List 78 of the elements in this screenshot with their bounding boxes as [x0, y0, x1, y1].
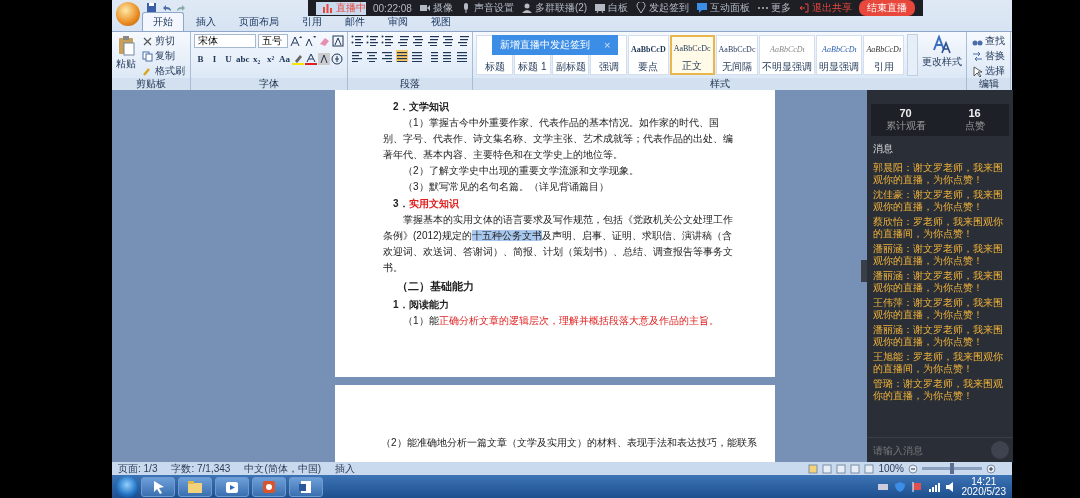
toolbar-link[interactable]: 摄像 [432, 1, 453, 15]
chat-message: 潘丽涵：谢文罗老师，我来围观你的直播，为你点赞！ [873, 324, 1004, 348]
chat-message: 沈佳豪：谢文罗老师，我来围观你的直播，为你点赞！ [873, 189, 1004, 213]
ribbon-tab[interactable]: 开始 [142, 12, 184, 31]
group-label: 剪贴板 [112, 78, 190, 90]
format-button[interactable]: B [194, 52, 207, 66]
stat-label: 点赞 [964, 119, 985, 133]
group-label: 字体 [191, 78, 347, 90]
message-input[interactable]: 请输入消息 [871, 441, 987, 459]
editing-button[interactable]: 替换 [970, 49, 1008, 63]
toolbar-link[interactable]: 互动面板 [710, 1, 751, 15]
live-status: 直播中 [336, 1, 366, 15]
format-button[interactable]: Aa [278, 52, 291, 66]
heading: 3．实用文知识 [392, 197, 460, 211]
format-button[interactable]: U [222, 52, 235, 66]
paragraph: （1）掌握古今中外重要作家、代表作品的基本情况。如作家的时代、国别、字号、代表作、诗文集名称、文学主张、艺术成就等；代表作品的出处、编著年代、基本内容、主要特色和在文学史上的地位等。 [383, 116, 734, 162]
style-item[interactable]: AaBbCcDc 正文 [669, 35, 715, 75]
paragraph: （2）了解文学史中出现的重要文学流派和文学现象。 [402, 164, 640, 178]
style-item[interactable]: AaBbCcD 要点 [628, 35, 669, 75]
chat-message: 郭晨阳：谢文罗老师，我来围观你的直播，为你点赞！ [873, 162, 1004, 186]
status-text: 插入 [335, 461, 356, 476]
section-heading: （二）基础能力 [396, 279, 475, 294]
status-text: 字数: 7/1,343 [171, 461, 231, 476]
style-item[interactable]: AaBbCcDı 明显强调 [816, 35, 863, 75]
editing-button[interactable]: 查找 [970, 34, 1008, 48]
stat-value: 70 [899, 107, 912, 119]
heading: 1．阅读能力 [392, 298, 450, 312]
style-item[interactable]: AaBbCcDı 不明显强调 [759, 35, 816, 75]
ribbon-tab[interactable]: 审阅 [377, 12, 419, 31]
chat-message: 潘丽涵：谢文罗老师，我来围观你的直播，为你点赞！ [873, 243, 1004, 267]
zoom-level[interactable]: 100% [878, 463, 904, 474]
stat-label: 累计观看 [885, 119, 926, 133]
paragraph: （1）能正确分析文章的逻辑层次，理解并概括段落大意及作品的主旨。 [402, 314, 720, 328]
paste-button[interactable]: 粘贴 [115, 34, 137, 72]
group-label: 编辑 [967, 78, 1011, 90]
chat-message: 王伟萍：谢文罗老师，我来围观你的直播，为你点赞！ [873, 297, 1004, 321]
toolbar-link[interactable]: 退出共享 [812, 1, 853, 15]
clock-time: 14:21 [971, 476, 997, 487]
format-button[interactable]: I [208, 52, 221, 66]
format-button[interactable]: abc [236, 52, 249, 66]
font-name-field[interactable]: 宋体 [194, 34, 256, 48]
chat-message: 管璐：谢文罗老师，我来围观你的直播，为你点赞！ [873, 378, 1004, 402]
live-timer: 00:22:08 [373, 2, 412, 14]
heading: 2．文学知识 [392, 100, 450, 114]
paragraph: 掌握基本的实用文体的语言要求及写作规范，包括《党政机关公文处理工作条例》(2012)规定的十五种公务文书及声明、启事、证明、求职信、演讲稿（含欢迎词、欢送词、答谢词）、简报、计划（策划书）、总结、调查报告等事务文书。 [383, 213, 734, 275]
ribbon-tab[interactable]: 邮件 [334, 12, 376, 31]
toolbar-link[interactable]: 多群联播(2) [534, 1, 588, 15]
editing-button[interactable]: 选择 [970, 64, 1008, 78]
status-text: 中文(简体，中国) [244, 461, 322, 476]
chat-message: 蔡欣怡：罗老师，我来围观你的直播间，为你点赞！ [873, 216, 1004, 240]
clipboard-button[interactable]: 格式刷 [140, 64, 187, 78]
ribbon-tab[interactable]: 引用 [291, 12, 333, 31]
messages-title: 消息 [872, 142, 894, 156]
style-item[interactable]: AaBbCcDı 引用 [863, 35, 905, 75]
group-label: 段落 [348, 78, 472, 90]
ribbon-tab[interactable]: 视图 [420, 12, 462, 31]
toolbar-link[interactable]: 声音设置 [473, 1, 514, 15]
paragraph: （3）默写常见的名句名篇。（详见背诵篇目） [402, 180, 610, 194]
font-size-field[interactable]: 五号 [258, 34, 288, 48]
clock-date: 2020/5/23 [961, 486, 1006, 497]
end-live-button[interactable]: 结束直播 [859, 0, 916, 16]
toolbar-link[interactable]: 更多 [771, 1, 792, 15]
toolbar-link[interactable]: 白板 [608, 1, 629, 15]
stat-value: 16 [968, 107, 981, 119]
paragraph: （2）能准确地分析一篇文章（文学及实用文）的材料、表现手法和表达技巧，能联系 [380, 436, 758, 450]
toolbar-link[interactable]: 发起签到 [649, 1, 690, 15]
change-styles-button[interactable]: 更改样式 [921, 34, 964, 70]
clipboard-button[interactable]: 剪切 [140, 34, 187, 48]
format-button[interactable]: x² [264, 52, 277, 66]
style-item[interactable]: AaBbCcDc 无间隔 [715, 35, 759, 75]
chat-message: 王旭能：罗老师，我来围观你的直播间，为你点赞！ [873, 351, 1004, 375]
ribbon-tab[interactable]: 插入 [185, 12, 227, 31]
chat-message: 潘丽涵：谢文罗老师，我来围观你的直播，为你点赞！ [873, 270, 1004, 294]
group-label: 样式 [473, 78, 967, 90]
clipboard-button[interactable]: 复制 [140, 49, 187, 63]
status-text: 页面: 1/3 [118, 461, 158, 476]
ribbon-tab[interactable]: 页面布局 [228, 12, 290, 31]
format-button[interactable]: x₂ [250, 52, 263, 66]
